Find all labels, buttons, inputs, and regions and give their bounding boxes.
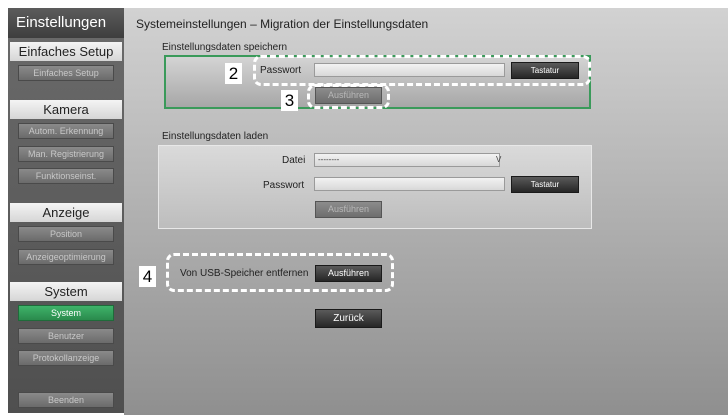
- exit-button[interactable]: Beenden: [18, 392, 114, 408]
- sidebar-title: Einstellungen: [8, 8, 124, 38]
- sidebar-item-system[interactable]: System: [18, 305, 114, 321]
- section-header-camera: Kamera: [10, 100, 122, 119]
- load-section-label: Einstellungsdaten laden: [162, 131, 269, 142]
- section-header-easy-setup: Einfaches Setup: [10, 42, 122, 61]
- load-execute-button[interactable]: Ausführen: [315, 201, 382, 218]
- callout-marker-2: 2: [225, 63, 242, 84]
- load-file-label: Datei: [282, 155, 306, 166]
- sidebar-item-users[interactable]: Benutzer: [18, 328, 114, 344]
- load-file-select[interactable]: --------: [314, 153, 500, 167]
- sidebar-item-auto-detect[interactable]: Autom. Erkennung: [18, 123, 114, 139]
- callout-marker-4: 4: [139, 266, 156, 287]
- chevron-down-icon[interactable]: V: [496, 153, 504, 167]
- save-section-label: Einstellungsdaten speichern: [162, 42, 288, 53]
- sidebar: Einstellungen Einfaches Setup Einfaches …: [8, 8, 124, 413]
- load-password-input[interactable]: [314, 177, 505, 191]
- sidebar-item-display-optimization[interactable]: Anzeigeoptimierung: [18, 249, 114, 265]
- sidebar-item-manual-registration[interactable]: Man. Registrierung: [18, 146, 114, 162]
- page-title: Systemeinstellungen – Migration der Eins…: [136, 17, 429, 31]
- callout-marker-3: 3: [281, 90, 298, 111]
- sidebar-item-easy-setup[interactable]: Einfaches Setup: [18, 65, 114, 81]
- sidebar-item-position[interactable]: Position: [18, 226, 114, 242]
- load-password-label: Passwort: [263, 180, 305, 191]
- sidebar-item-log-view[interactable]: Protokollanzeige: [18, 350, 114, 366]
- back-button[interactable]: Zurück: [315, 309, 382, 328]
- section-header-display: Anzeige: [10, 203, 122, 222]
- callout-outline-usb: [166, 253, 394, 292]
- load-keyboard-button[interactable]: Tastatur: [511, 176, 579, 193]
- section-header-system: System: [10, 282, 122, 301]
- callout-outline-execute: [307, 84, 390, 109]
- sidebar-item-function-settings[interactable]: Funktionseinst.: [18, 168, 114, 184]
- callout-outline-password: [253, 55, 591, 86]
